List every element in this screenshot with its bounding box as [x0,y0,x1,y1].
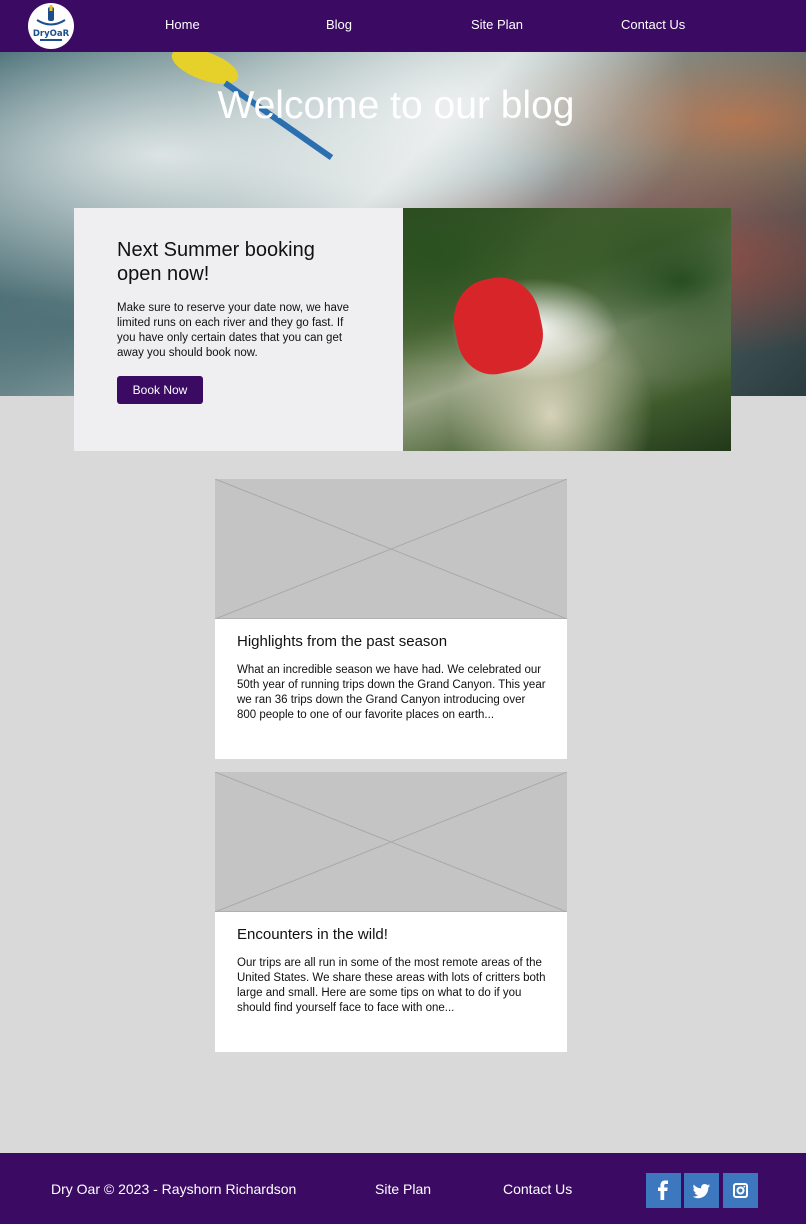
post-excerpt: What an incredible season we have had. W… [237,664,546,721]
nav-item-home[interactable]: Home [165,17,200,32]
nav-item-contact-us[interactable]: Contact Us [621,17,685,32]
site-footer: Dry Oar © 2023 - Rayshorn Richardson Sit… [0,1153,806,1224]
footer-copyright: Dry Oar © 2023 - Rayshorn Richardson [51,1181,297,1197]
instagram-icon[interactable] [723,1173,758,1208]
nav-item-blog[interactable]: Blog [326,17,352,32]
post-image-placeholder [215,479,567,619]
logo-icon: DryOaR [33,5,70,41]
booking-promo-card: Next Summer booking open now! Make sure … [74,208,731,451]
promo-text: Make sure to reserve your date now, we h… [117,302,350,359]
post-image-placeholder [215,772,567,912]
blog-post-card[interactable]: Highlights from the past season What an … [215,479,567,759]
promo-title: Next Summer booking open now! [117,239,315,285]
facebook-icon[interactable] [646,1173,681,1208]
footer-link-contact-us[interactable]: Contact Us [503,1181,572,1197]
top-nav: DryOaR Home Blog Site Plan Contact Us [0,0,806,52]
book-now-button[interactable]: Book Now [117,376,203,404]
hero-title: Welcome to our blog [217,84,575,127]
post-excerpt: Our trips are all run in some of the mos… [237,957,546,1014]
logo-text: DryOaR [33,29,70,39]
raft-graphic [446,270,550,381]
twitter-icon[interactable] [684,1173,719,1208]
footer-link-site-plan[interactable]: Site Plan [375,1181,431,1197]
rafting-photo [403,208,731,451]
nav-item-site-plan[interactable]: Site Plan [471,17,523,32]
blog-post-card[interactable]: Encounters in the wild! Our trips are al… [215,772,567,1052]
post-title[interactable]: Encounters in the wild! [237,925,547,945]
dry-oar-logo[interactable]: DryOaR [28,3,74,49]
post-title[interactable]: Highlights from the past season [237,632,547,652]
